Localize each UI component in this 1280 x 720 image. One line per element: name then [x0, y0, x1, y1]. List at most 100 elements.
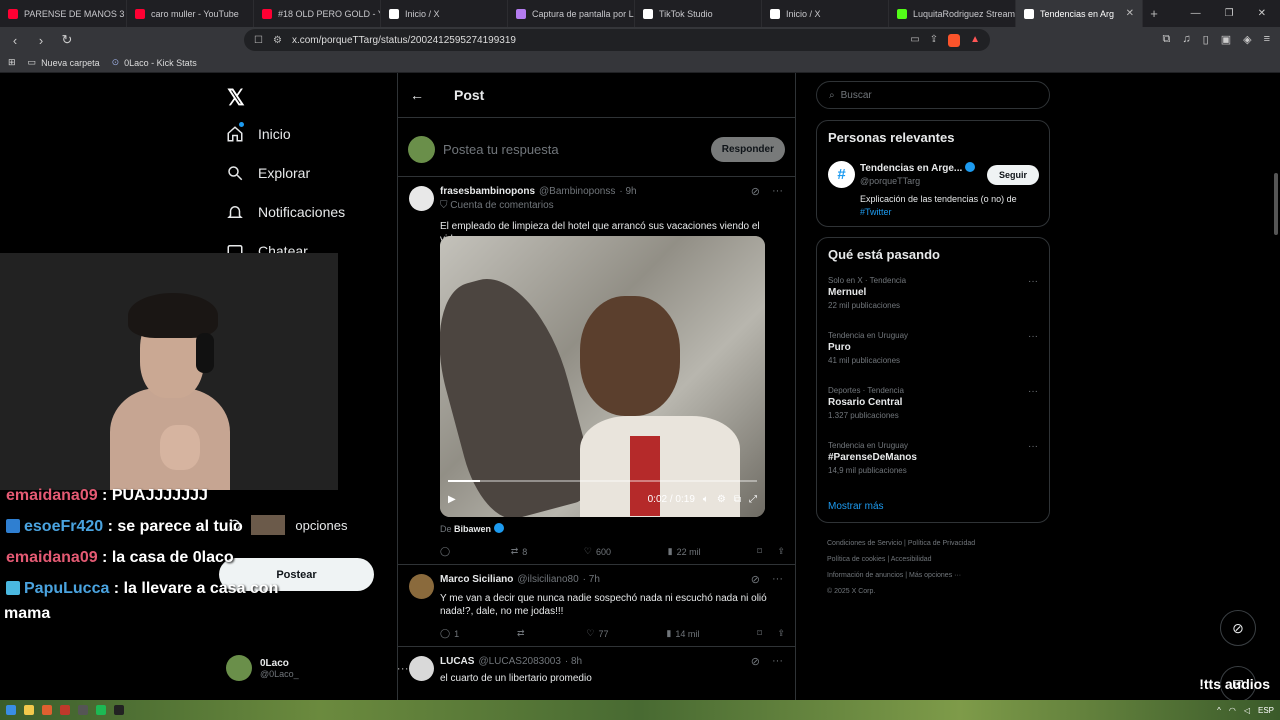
like-action[interactable]: ♡ 600 [584, 546, 611, 557]
browser-tab[interactable]: LuquitaRodriguez Stream [889, 0, 1016, 27]
start-icon[interactable] [6, 705, 16, 715]
post-author[interactable]: frasesbambinopons [440, 186, 535, 197]
close-tab-icon[interactable]: ✕ [1126, 8, 1134, 19]
forward-icon[interactable]: › [34, 33, 48, 48]
back-icon[interactable]: ‹ [8, 33, 22, 48]
close-window-icon[interactable]: ✕ [1258, 8, 1266, 19]
bookmark-icon[interactable]: ⌑ [757, 628, 762, 639]
brave-icon[interactable] [42, 705, 52, 715]
pip-icon[interactable]: ⧉ [734, 494, 741, 505]
post-author[interactable]: LUCAS [440, 656, 474, 667]
post-author[interactable]: Marco Siciliano [440, 574, 513, 585]
apps-icon[interactable]: ⊞ [8, 57, 16, 68]
play-icon[interactable]: ▶ [448, 494, 456, 505]
app-icon[interactable] [60, 705, 70, 715]
views-action[interactable]: ▮ 22 mil [668, 546, 701, 557]
browser-tab[interactable]: caro muller - YouTube [127, 0, 254, 27]
x-logo-icon[interactable]: 𝕏 [227, 85, 245, 111]
reply-input[interactable]: Postea tu respuesta [443, 142, 559, 157]
browser-tab[interactable]: TikTok Studio [635, 0, 762, 27]
app-icon[interactable] [114, 705, 124, 715]
video-source-name[interactable]: Bibawen [454, 524, 491, 534]
new-tab-icon[interactable]: + [1143, 6, 1165, 21]
settings-icon[interactable]: ⚙ [717, 494, 726, 505]
grok-icon[interactable]: ⊘ [751, 573, 760, 586]
nav-home[interactable]: Inicio [226, 125, 291, 143]
reply-action[interactable]: ◯ [440, 546, 454, 557]
follow-button[interactable]: Seguir [986, 165, 1039, 185]
bookmark-icon[interactable]: ☐ [254, 35, 263, 46]
vpn-icon[interactable]: ◈ [1243, 33, 1251, 46]
post-time[interactable]: · 7h [583, 574, 600, 585]
reply-post[interactable]: LUCAS @LUCAS2083003 · 8h ⊘ ··· el cuarto … [398, 648, 795, 700]
scrollbar[interactable] [1274, 173, 1278, 235]
back-arrow-icon[interactable]: ← [410, 87, 424, 103]
more-icon[interactable]: ··· [1028, 276, 1038, 287]
file-explorer-icon[interactable] [24, 705, 34, 715]
browser-tab[interactable]: Inicio / X [762, 0, 889, 27]
spotify-icon[interactable] [96, 705, 106, 715]
bio-hashtag-link[interactable]: #Twitter [860, 207, 892, 217]
post-handle[interactable]: @LUCAS2083003 [478, 656, 560, 667]
minimize-icon[interactable]: — [1191, 8, 1201, 19]
sidebar-toggle-icon[interactable]: ▯ [1203, 33, 1209, 46]
volume-icon[interactable]: ◁ [1244, 706, 1250, 715]
bookmark-icon[interactable]: ⌑ [757, 546, 762, 557]
menu-icon[interactable]: ≡ [1264, 33, 1270, 46]
post-time[interactable]: · 9h [619, 186, 636, 197]
nav-notifications[interactable]: Notificaciones [226, 203, 345, 221]
brave-shields-icon[interactable] [948, 33, 961, 47]
more-icon[interactable]: ··· [772, 573, 783, 586]
nav-more-options[interactable]: ⊙ opciones [228, 515, 347, 535]
maximize-icon[interactable]: ❐ [1225, 8, 1234, 19]
bookmark-link[interactable]: ⊙ 0Laco - Kick Stats [112, 57, 197, 68]
wallet-icon[interactable]: ▣ [1221, 33, 1231, 46]
address-bar[interactable]: ☐ ⚙ x.com/porqueTTarg/status/20024125952… [244, 29, 990, 51]
browser-tab[interactable]: PARENSE DE MANOS 3 - E [0, 0, 127, 27]
show-more-link[interactable]: Mostrar más [828, 501, 884, 512]
share-icon[interactable]: ⇪ [777, 546, 785, 557]
browser-tab[interactable]: Tendencias en Arg ✕ [1016, 0, 1143, 27]
trend-item[interactable]: Tendencia en Uruguay #ParenseDeManos 14,9 … [828, 441, 1038, 475]
repost-action[interactable]: ⇄ 8 [511, 546, 528, 557]
language-indicator[interactable]: ESP [1258, 706, 1274, 715]
footer-link[interactable]: Información de anuncios [827, 572, 903, 579]
more-icon[interactable]: ··· [772, 655, 783, 668]
bookmark-folder[interactable]: ▭ Nueva carpeta [28, 57, 100, 68]
post-time[interactable]: · 8h [565, 656, 582, 667]
trend-item[interactable]: Solo en X · Tendencia Mernuel 22 mil publi… [828, 276, 1038, 310]
hashtag-avatar-icon[interactable]: # [828, 161, 855, 188]
relevant-name-row[interactable]: Tendencias en Arge... [860, 162, 976, 174]
more-icon[interactable]: ··· [772, 185, 783, 198]
views-action[interactable]: ▮ 14 mil [666, 628, 699, 639]
footer-link[interactable]: Política de cookies [827, 556, 885, 563]
post-handle[interactable]: @Bambinoponss [539, 186, 615, 197]
share-icon[interactable]: ⇪ [930, 34, 938, 47]
reply-post[interactable]: Marco Siciliano @ilsiciliano80 · 7h ⊘ ···… [398, 566, 795, 647]
browser-tab[interactable]: Captura de pantalla por Li [508, 0, 635, 27]
reply-action[interactable]: ◯ 1 [440, 628, 459, 639]
install-icon[interactable]: ▭ [910, 34, 919, 47]
trend-item[interactable]: Tendencia en Uruguay Puro 41 mil publicaci… [828, 331, 1038, 365]
obs-icon[interactable] [78, 705, 88, 715]
reply-button[interactable]: Responder [710, 137, 785, 162]
nav-explore[interactable]: Explorar [226, 164, 310, 182]
reload-icon[interactable]: ↻ [60, 32, 74, 48]
account-switcher[interactable]: 0Laco @0Laco_ ··· [226, 655, 409, 681]
browser-tab[interactable]: Inicio / X [381, 0, 508, 27]
video-player[interactable]: ▶ 0:02 / 0:19 🔈︎ ⚙ ⧉ ⤢ [440, 236, 765, 517]
relevant-handle[interactable]: @porqueTTarg [860, 176, 920, 186]
footer-link[interactable]: Política de Privacidad [908, 540, 975, 547]
grok-icon[interactable]: ⊘ [751, 655, 760, 668]
wifi-icon[interactable]: ◠ [1229, 706, 1236, 715]
fullscreen-icon[interactable]: ⤢ [749, 494, 757, 505]
browser-tab[interactable]: #18 OLD PERO GOLD - Yo [254, 0, 381, 27]
repost-action[interactable]: ⇄ [517, 628, 529, 639]
reply-post[interactable]: frasesbambinopons @Bambinoponss · 9h ⊘ ··… [398, 178, 795, 565]
footer-link[interactable]: Accesibilidad [891, 556, 932, 563]
more-icon[interactable]: ··· [1028, 386, 1038, 397]
grok-button[interactable]: ⊘ [1220, 610, 1256, 646]
footer-link[interactable]: Condiciones de Servicio [827, 540, 902, 547]
post-handle[interactable]: @ilsiciliano80 [517, 574, 578, 585]
search-input[interactable]: ⌕ Buscar [816, 81, 1050, 109]
